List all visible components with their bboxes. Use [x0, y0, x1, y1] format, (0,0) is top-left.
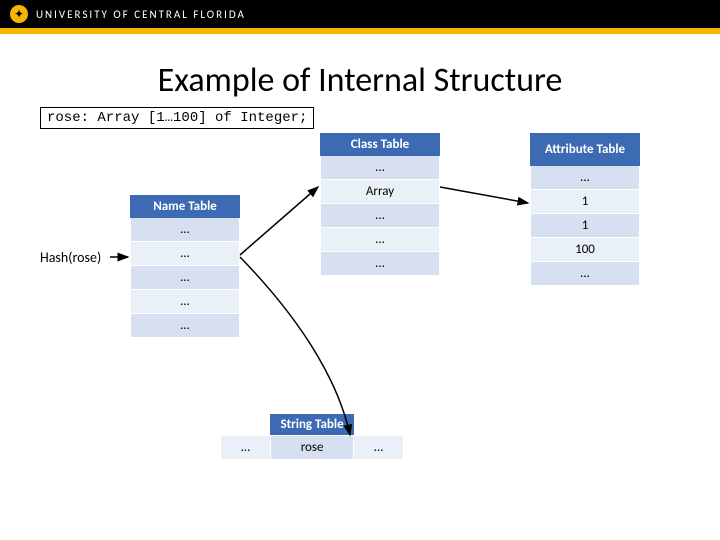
ucf-logo-icon: ✦: [10, 5, 28, 23]
name-table: Name Table … … … … …: [130, 195, 240, 338]
class-table-cell: …: [321, 228, 440, 252]
class-table-cell: …: [321, 252, 440, 276]
attribute-table-cell: …: [531, 262, 640, 286]
slide-title: Example of Internal Structure: [40, 60, 680, 101]
attribute-table-cell: …: [531, 166, 640, 190]
name-table-cell: …: [131, 242, 240, 266]
university-name: UNIVERSITY OF CENTRAL FLORIDA: [36, 8, 246, 21]
name-table-cell: …: [131, 314, 240, 338]
attribute-table-cell: 1: [531, 190, 640, 214]
attribute-table-cell: 1: [531, 214, 640, 238]
class-table-header: Class Table: [321, 134, 440, 156]
code-declaration: rose: Array [1…100] of Integer;: [40, 107, 314, 129]
name-table-header: Name Table: [131, 196, 240, 218]
class-table: Class Table … Array … … …: [320, 133, 440, 276]
name-table-cell: …: [131, 266, 240, 290]
slide-body: Example of Internal Structure rose: Arra…: [0, 34, 720, 540]
class-table-cell: …: [321, 204, 440, 228]
string-table: String Table … rose …: [220, 414, 404, 460]
name-table-cell: …: [131, 218, 240, 242]
string-table-cell: rose: [270, 436, 353, 460]
class-table-cell: …: [321, 156, 440, 180]
attribute-table-cell: 100: [531, 238, 640, 262]
tables-area: Hash(rose) Name Table … … … … … Class Ta…: [40, 139, 680, 499]
string-table-cell: …: [354, 436, 404, 460]
attribute-table-header: Attribute Table: [531, 134, 640, 166]
string-table-header: String Table: [270, 414, 353, 436]
hash-label: Hash(rose): [40, 249, 101, 266]
attribute-table: Attribute Table … 1 1 100 …: [530, 133, 640, 286]
name-table-cell: …: [131, 290, 240, 314]
header-bar: ✦ UNIVERSITY OF CENTRAL FLORIDA: [0, 0, 720, 28]
class-table-cell: Array: [321, 180, 440, 204]
string-table-cell: …: [221, 436, 271, 460]
